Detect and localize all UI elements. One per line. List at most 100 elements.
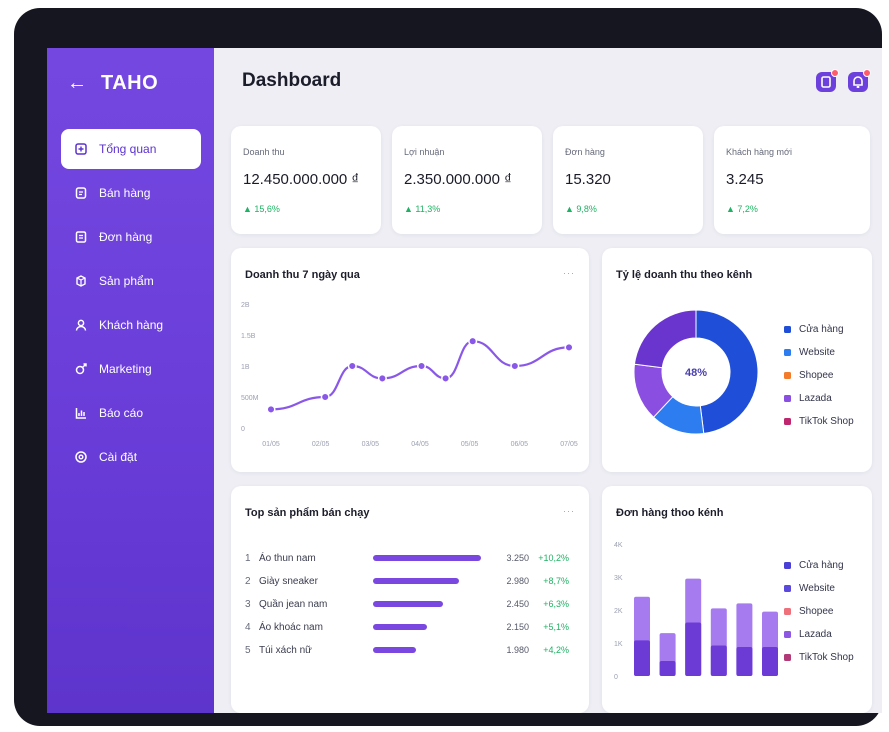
product-qty: 3.250 bbox=[506, 553, 529, 563]
kpi-value: 2.350.000.000 ₫ bbox=[404, 171, 512, 188]
more-options-icon[interactable]: ··· bbox=[563, 268, 575, 278]
product-bar bbox=[373, 601, 444, 607]
legend-swatch bbox=[784, 608, 791, 615]
product-change: +10,2% bbox=[538, 553, 569, 563]
data-point bbox=[441, 373, 451, 383]
orders-icon bbox=[71, 230, 91, 244]
data-point bbox=[564, 342, 574, 352]
card-title: Top sản phẩm bán chạy bbox=[245, 507, 370, 519]
kpi-change: ▲ 7,2% bbox=[726, 204, 758, 214]
product-rank: 1 bbox=[245, 552, 251, 564]
legend-swatch bbox=[784, 349, 791, 356]
arrow-left-icon[interactable]: ← bbox=[67, 72, 91, 95]
legend-item: TikTok Shop bbox=[784, 646, 854, 669]
sidebar-item-label: Marketing bbox=[99, 362, 152, 376]
y-tick-label: 4K bbox=[614, 542, 623, 549]
y-tick-label: 1.5B bbox=[241, 333, 256, 340]
marketing-icon bbox=[71, 362, 91, 376]
product-row[interactable]: 2 Giày sneaker 2.980 +8,7% bbox=[245, 569, 575, 593]
product-qty: 2.980 bbox=[506, 576, 529, 586]
sales-icon bbox=[71, 186, 91, 200]
product-rank: 3 bbox=[245, 598, 251, 610]
product-change: +6,3% bbox=[543, 599, 569, 609]
kpi-value: 12.450.000.000 ₫ bbox=[243, 171, 360, 188]
kpi-change: ▲ 15,6% bbox=[243, 204, 280, 214]
sidebar-item[interactable]: Đơn hàng bbox=[61, 217, 201, 257]
bar-segment bbox=[659, 660, 676, 676]
bar-segment bbox=[634, 640, 650, 676]
kpi-label: Khách hàng mới bbox=[726, 147, 792, 157]
kpi-change: ▲ 11,3% bbox=[404, 204, 441, 214]
sidebar-nav: Tổng quan Bán hàng Đơn hàng Sản phẩm Khách h… bbox=[61, 129, 201, 481]
product-row[interactable]: 5 Túi xách nữ 1.980 +4,2% bbox=[245, 638, 575, 662]
card-title: Doanh thu 7 ngày qua bbox=[245, 269, 360, 281]
kpi-card-new-customers[interactable]: Khách hàng mới 3.245 ▲ 7,2% bbox=[714, 126, 870, 234]
sidebar-item[interactable]: Sản phẩm bbox=[61, 261, 201, 301]
y-tick-label: 3K bbox=[614, 575, 623, 582]
document-notification-icon[interactable] bbox=[816, 69, 839, 92]
channel-share-card: Tỷ lệ doanh thu theo kênh 48% Cửa hàng We… bbox=[602, 248, 872, 472]
kpi-card-orders[interactable]: Đơn hàng 15.320 ▲ 9,8% bbox=[553, 126, 703, 234]
page-title: Dashboard bbox=[242, 70, 342, 91]
kpi-card-revenue[interactable]: Doanh thu 12.450.000.000 ₫ ▲ 15,6% bbox=[231, 126, 381, 234]
brand: ← TAHO bbox=[67, 72, 158, 95]
sidebar-item[interactable]: Báo cáo bbox=[61, 393, 201, 433]
sidebar-item[interactable]: Bán hàng bbox=[61, 173, 201, 213]
channel-legend: Cửa hàng Website Shopee Lazada TikTok Shop bbox=[784, 318, 854, 433]
product-bar-track bbox=[373, 647, 481, 653]
x-tick-label: 06/05 bbox=[511, 441, 529, 448]
orders-channel-card: Đơn hàng thoo kénh 0 1K 2K 3K 4K Cửa hàng Web… bbox=[602, 486, 872, 713]
y-tick-label: 500M bbox=[241, 395, 259, 402]
bar-segment bbox=[762, 647, 778, 676]
product-row[interactable]: 1 Áo thun nam 3.250 +10,2% bbox=[245, 546, 575, 570]
brand-name: TAHO bbox=[101, 72, 159, 94]
legend-label: Website bbox=[799, 347, 835, 358]
y-tick-label: 1K bbox=[614, 641, 623, 648]
card-title: Tỷ lệ doanh thu theo kênh bbox=[616, 269, 753, 281]
pie-slice bbox=[633, 309, 697, 369]
x-tick-label: 07/05 bbox=[560, 441, 578, 448]
product-name: Giày sneaker bbox=[259, 575, 318, 587]
products-icon bbox=[71, 274, 91, 288]
legend-swatch bbox=[784, 654, 791, 661]
data-point bbox=[347, 361, 357, 371]
kpi-card-profit[interactable]: Lợi nhuận 2.350.000.000 ₫ ▲ 11,3% bbox=[392, 126, 542, 234]
x-tick-label: 03/05 bbox=[362, 441, 380, 448]
legend-label: Lazada bbox=[799, 393, 832, 404]
data-point bbox=[377, 373, 387, 383]
product-qty: 1.980 bbox=[506, 645, 529, 655]
product-name: Quần jean nam bbox=[259, 598, 328, 610]
sidebar-item[interactable]: Tổng quan bbox=[61, 129, 201, 169]
product-bar-track bbox=[373, 555, 481, 561]
kpi-label: Đơn hàng bbox=[565, 147, 605, 157]
product-row[interactable]: 3 Quần jean nam 2.450 +6,3% bbox=[245, 592, 575, 616]
x-tick-label: 05/05 bbox=[461, 441, 479, 448]
product-bar bbox=[373, 624, 427, 630]
legend-item: TikTok Shop bbox=[784, 410, 854, 433]
sidebar-item-label: Tổng quan bbox=[99, 142, 157, 156]
y-tick-label: 1B bbox=[241, 364, 250, 371]
legend-item: Lazada bbox=[784, 623, 854, 646]
product-bar bbox=[373, 647, 417, 653]
legend-swatch bbox=[784, 395, 791, 402]
product-name: Áo khoác nam bbox=[259, 621, 323, 633]
sidebar-item[interactable]: Marketing bbox=[61, 349, 201, 389]
bell-icon[interactable] bbox=[848, 69, 871, 92]
legend-item: Shopee bbox=[784, 364, 854, 387]
legend-label: TikTok Shop bbox=[799, 416, 854, 427]
sidebar-item[interactable]: Khách hàng bbox=[61, 305, 201, 345]
product-change: +5,1% bbox=[543, 622, 569, 632]
product-change: +4,2% bbox=[543, 645, 569, 655]
product-bar-track bbox=[373, 624, 481, 630]
overview-icon bbox=[71, 142, 91, 156]
top-products-card: Top sản phẩm bán chạy ··· 1 Áo thun nam 3.… bbox=[231, 486, 589, 713]
legend-label: TikTok Shop bbox=[799, 652, 854, 663]
user-icon bbox=[71, 318, 91, 332]
product-bar-track bbox=[373, 578, 481, 584]
sidebar-item[interactable]: Cài đặt bbox=[61, 437, 201, 477]
y-tick-label: 0 bbox=[241, 426, 245, 433]
more-options-icon[interactable]: ··· bbox=[563, 506, 575, 516]
revenue-line-card: Doanh thu 7 ngày qua ··· 0 500M 1B 1.5B 2B 01… bbox=[231, 248, 589, 472]
product-row[interactable]: 4 Áo khoác nam 2.150 +5,1% bbox=[245, 615, 575, 639]
settings-icon bbox=[71, 450, 91, 464]
